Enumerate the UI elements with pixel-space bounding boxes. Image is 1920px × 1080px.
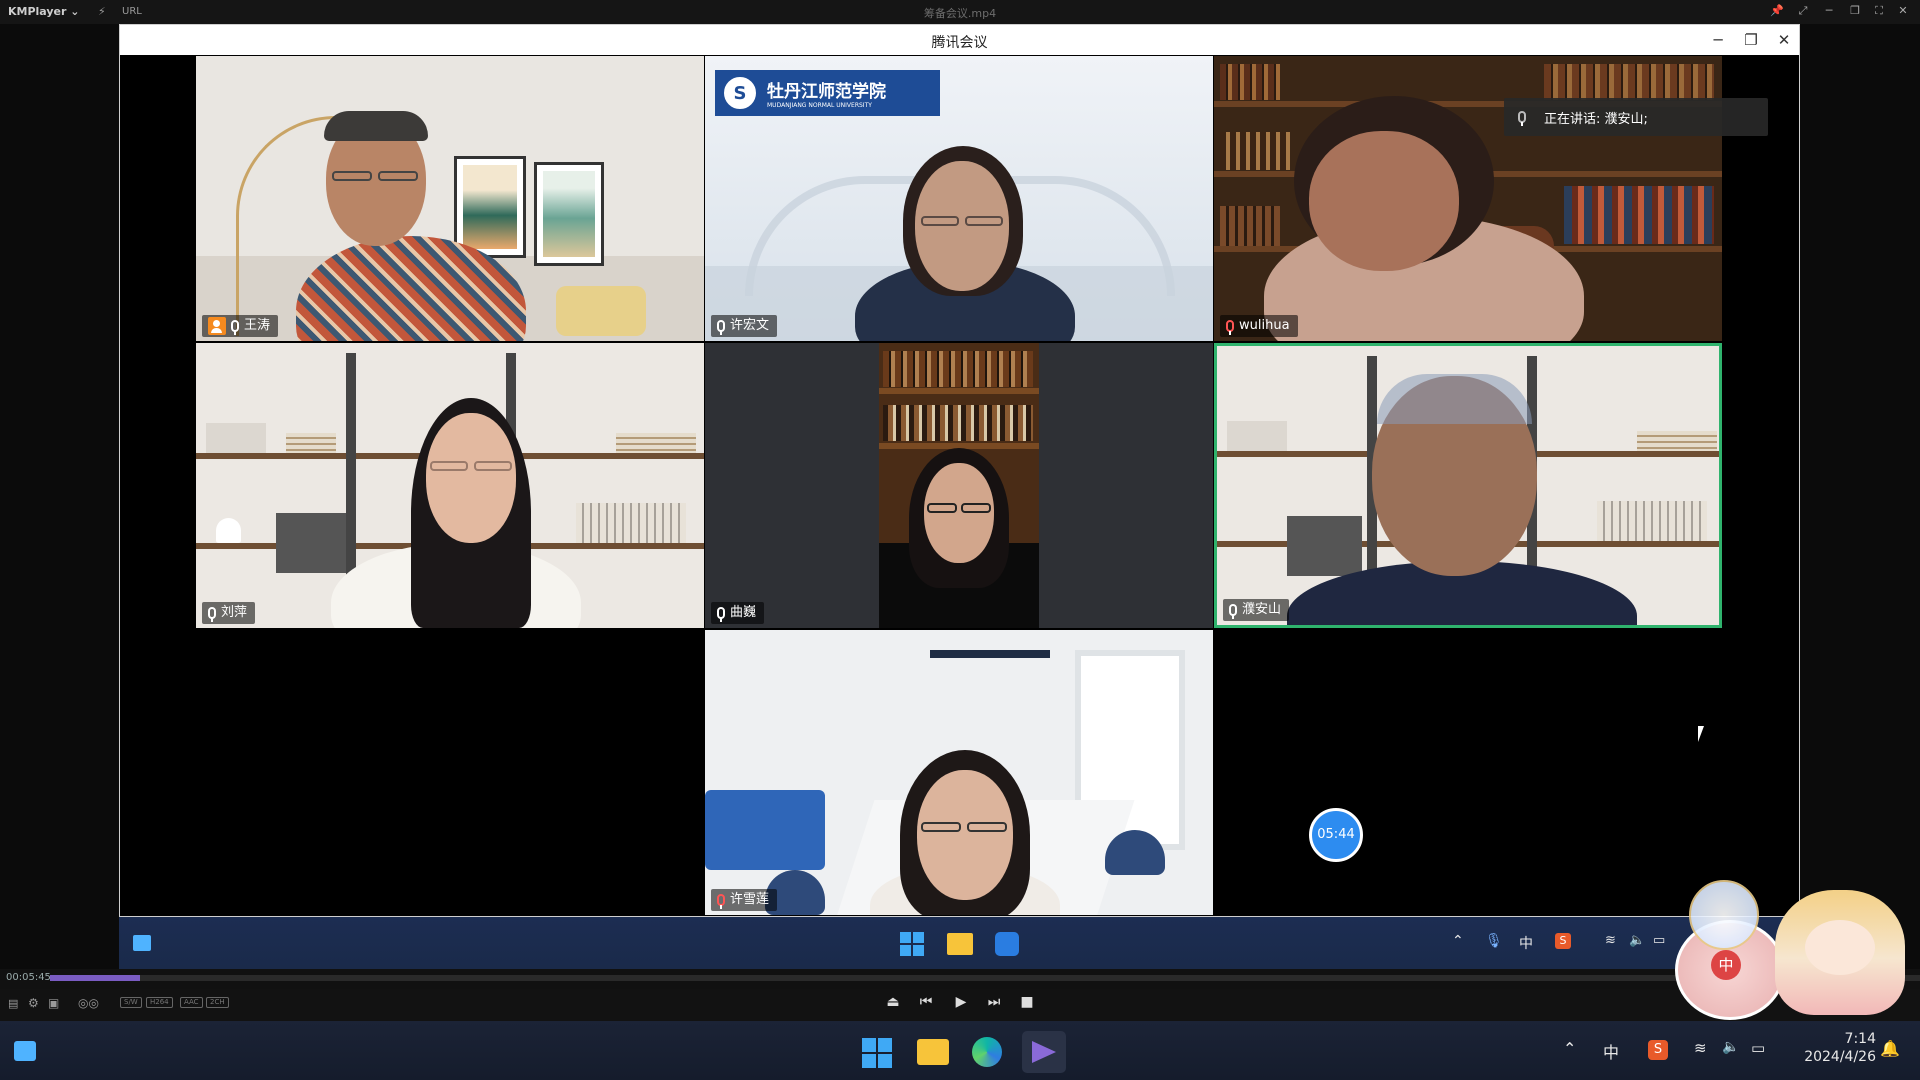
ime-indicator[interactable]: 中 (1603, 1039, 1619, 1063)
restore-icon[interactable]: ❐ (1846, 4, 1864, 20)
previous-icon[interactable]: ⏮ (915, 994, 937, 1010)
tray-mic-icon: 🎙 (1485, 933, 1503, 949)
participant-label: 濮安山 (1223, 599, 1290, 621)
next-icon[interactable]: ⏭ (983, 994, 1005, 1010)
meeting-title: 腾讯会议 (931, 35, 988, 51)
mini-mode-icon[interactable]: ⤢ (1794, 4, 1812, 20)
mouse-cursor-icon (1698, 726, 1704, 742)
clock-date: 2024/4/26 (1804, 1049, 1876, 1065)
host-icon (208, 317, 226, 335)
video-tile-wangtao[interactable]: 王涛 (196, 56, 704, 341)
player-titlebar: KMPlayer ⌄ ⚡ URL 筹备会议.mp4 📌 ⤢ ─ ❐ ⛶ ✕ (0, 0, 1920, 24)
microphone-muted-icon (717, 894, 725, 909)
university-logo: S 牡丹江师范学院 MUDANJIANG NORMAL UNIVERSITY (715, 70, 940, 116)
meeting-restore-icon[interactable]: ❐ (1737, 29, 1765, 51)
sogou-icon[interactable]: S (1648, 1040, 1668, 1060)
codec-badge: H264 (146, 997, 173, 1008)
microphone-icon (717, 607, 725, 622)
sogou-icon: S (1555, 933, 1571, 949)
volume-icon: 🔈 (1629, 933, 1646, 948)
start-icon (900, 932, 924, 956)
video-tile-xuxuelian[interactable]: 许雪莲 (705, 630, 1213, 915)
microphone-icon (208, 607, 216, 622)
seek-progress (50, 975, 140, 981)
capture-icon[interactable]: ▣ (48, 996, 59, 1010)
tencent-meeting-icon (995, 932, 1019, 956)
video-tile-liuping[interactable]: 刘萍 (196, 343, 704, 628)
microphone-icon (717, 320, 725, 335)
seek-bar[interactable] (50, 975, 1920, 981)
microphone-icon (231, 320, 239, 335)
tray-overflow-icon: ⌃ (1452, 933, 1464, 949)
university-seal-icon: S (721, 74, 759, 112)
kmplayer-taskbar-button[interactable] (1022, 1031, 1066, 1073)
microphone-icon (1518, 111, 1526, 126)
widgets-icon[interactable] (14, 1041, 36, 1061)
windows-taskbar: ⌃ 中 S ≋ 🔈 ▭ 7:14 2024/4/26 🔔 (0, 1021, 1920, 1080)
participant-label: 王涛 (202, 315, 279, 337)
start-button[interactable] (862, 1038, 892, 1068)
meeting-close-icon[interactable]: ✕ (1770, 29, 1798, 51)
participant-label: 许雪莲 (711, 889, 778, 911)
meeting-minimize-icon[interactable]: ─ (1704, 29, 1732, 51)
battery-icon: ▭ (1653, 933, 1666, 948)
participant-label: 刘萍 (202, 602, 256, 624)
eject-icon[interactable]: ⏏ (882, 994, 904, 1010)
participant-label: 曲巍 (711, 602, 765, 624)
recording-timer[interactable]: 05:44 (1309, 808, 1363, 862)
file-explorer-icon[interactable] (917, 1039, 949, 1065)
video-tile-xuhongwen[interactable]: S 牡丹江师范学院 MUDANJIANG NORMAL UNIVERSITY 许… (705, 56, 1213, 341)
video-tile-puanshan-active-speaker[interactable]: 濮安山 (1214, 343, 1722, 628)
minimize-icon[interactable]: ─ (1820, 4, 1838, 20)
tray-overflow-icon[interactable]: ⌃ (1563, 1039, 1576, 1058)
codec-badge: S/W (120, 997, 142, 1008)
pin-icon[interactable]: 📌 (1768, 4, 1786, 20)
volume-icon[interactable]: 🔈 (1722, 1039, 1739, 1055)
participant-label: 许宏文 (711, 315, 778, 337)
microphone-muted-icon (1226, 320, 1234, 335)
clock-time: 7:14 (1844, 1031, 1876, 1047)
close-icon[interactable]: ✕ (1894, 4, 1912, 20)
stop-icon[interactable]: ■ (1016, 994, 1038, 1010)
participant-label: wulihua (1220, 315, 1298, 337)
recorded-taskbar: ⌃ 🎙 中 S ≋ 🔈 ▭ (119, 917, 1800, 969)
fullscreen-icon[interactable]: ⛶ (1870, 4, 1888, 20)
wifi-icon: ≋ (1605, 933, 1616, 948)
edge-icon[interactable] (972, 1037, 1002, 1067)
meeting-window: 腾讯会议 ─ ❐ ✕ 王涛 S 牡丹江师范学院 MUDANJIANG NORMA… (119, 24, 1800, 917)
mascot-ime-badge: 中 (1711, 950, 1741, 980)
clock[interactable]: 7:14 2024/4/26 (1786, 1031, 1876, 1065)
codec-badge: AAC (180, 997, 203, 1008)
widgets-icon (133, 935, 151, 951)
speaking-indicator: 正在讲话: 濮安山; (1504, 98, 1768, 136)
wifi-icon[interactable]: ≋ (1694, 1039, 1707, 1057)
player-controls: ▤ ⚙ ▣ ◎◎ ⏏ ⏮ ▶ ⏭ ■ (0, 989, 1920, 1021)
meeting-titlebar: 腾讯会议 ─ ❐ ✕ (120, 25, 1799, 55)
video-tile-quwei[interactable]: 曲巍 (705, 343, 1213, 628)
play-icon[interactable]: ▶ (950, 994, 972, 1010)
player-file-name: 筹备会议.mp4 (923, 7, 997, 20)
elapsed-time: 00:05:45 (6, 972, 51, 983)
file-explorer-icon (947, 933, 973, 955)
desktop-mascot[interactable]: 中 (1675, 880, 1915, 1020)
settings-icon[interactable]: ⚙ (28, 996, 39, 1010)
codec-badge: 2CH (206, 997, 229, 1008)
ime-indicator: 中 (1519, 936, 1533, 952)
battery-icon[interactable]: ▭ (1751, 1039, 1765, 1057)
playlist-icon[interactable]: ▤ (8, 997, 18, 1010)
vr-icon[interactable]: ◎◎ (78, 996, 99, 1010)
notification-bell-icon[interactable]: 🔔 (1880, 1039, 1900, 1058)
microphone-icon (1229, 604, 1237, 619)
